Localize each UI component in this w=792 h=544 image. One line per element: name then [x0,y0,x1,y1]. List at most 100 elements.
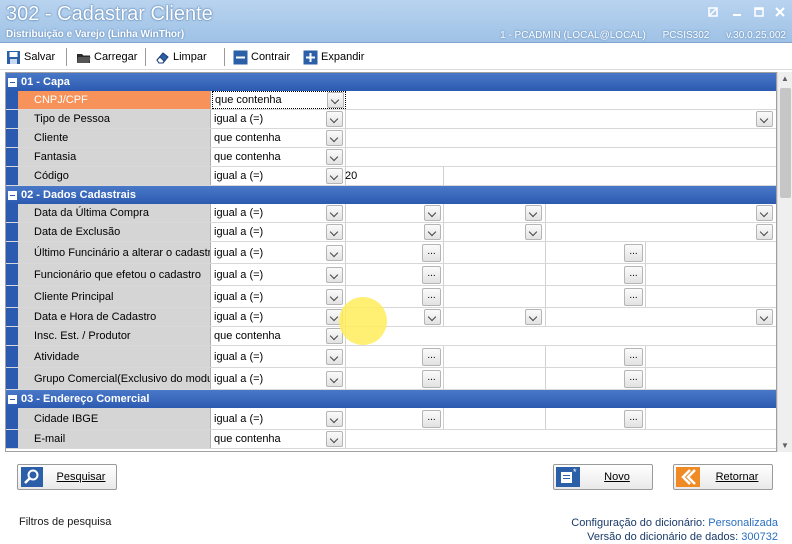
dict-version-value: 300732 [741,531,778,543]
operator-value: igual a (=) [214,290,264,303]
field-label[interactable]: E-mail [18,430,211,448]
time-from-dropdown[interactable] [525,224,542,240]
maximize-icon[interactable] [752,6,766,18]
scroll-down-icon[interactable]: ▼ [780,441,790,450]
chevron-down-icon[interactable] [327,92,344,108]
field-label[interactable]: Cliente [18,129,211,147]
filter-row: Insc. Est. / Produtor que contenha [6,327,776,346]
field-label[interactable]: Cidade IBGE [18,408,211,429]
field-label[interactable]: Funcionário que efetou o cadastro [18,264,211,285]
chevron-down-icon[interactable] [326,266,343,283]
date-from-dropdown[interactable] [424,224,441,240]
time-from-dropdown[interactable] [525,205,542,221]
chevron-down-icon[interactable] [326,244,343,261]
ellipsis-button[interactable]: ... [624,287,643,306]
date-to-dropdown[interactable] [756,205,773,221]
collapse-toggle-icon[interactable] [8,77,17,87]
operator-select[interactable]: igual a (=) [212,110,346,128]
chevron-down-icon[interactable] [326,111,343,127]
field-label[interactable]: Atividade [18,346,211,367]
field-label[interactable]: Tipo de Pessoa [18,110,211,128]
operator-select[interactable]: igual a (=) [212,264,346,285]
operator-value: que contenha [214,330,281,342]
chevron-down-icon[interactable] [326,370,343,387]
time-from-dropdown[interactable] [525,309,542,325]
operator-select[interactable]: igual a (=) [212,204,346,222]
ellipsis-button[interactable]: ... [624,265,643,284]
date-from-dropdown[interactable] [424,205,441,221]
ellipsis-button[interactable]: ... [422,287,441,306]
expandir-button[interactable]: Expandir [303,48,364,66]
ellipsis-button[interactable]: ... [422,369,441,388]
chevron-down-icon[interactable] [326,130,343,146]
section-header[interactable]: 02 - Dados Cadastrais [6,186,776,204]
field-label[interactable]: Insc. Est. / Produtor [18,327,211,345]
field-label[interactable]: Cliente Principal [18,286,211,307]
section-header[interactable]: 01 - Capa [6,73,776,91]
field-label[interactable]: Último Funcinário a alterar o cadastro [18,242,211,263]
ellipsis-button[interactable]: ... [422,265,441,284]
operator-select[interactable]: que contenha [212,327,346,345]
date-to-dropdown[interactable] [756,309,773,325]
novo-label: Novo [604,471,630,483]
field-label[interactable]: CNPJ/CPF [18,91,211,109]
operator-value: que contenha [214,433,281,445]
operator-select[interactable]: igual a (=) [212,408,346,429]
operator-select[interactable]: que contenha [212,148,346,166]
chevron-down-icon[interactable] [326,431,343,447]
operator-select[interactable]: igual a (=) [212,223,346,241]
vertical-scrollbar[interactable]: ▲ ▼ [777,72,792,452]
ellipsis-button[interactable]: ... [624,409,643,428]
field-label[interactable]: Data e Hora de Cadastro [18,308,211,326]
date-from-dropdown[interactable] [424,309,441,325]
ellipsis-button[interactable]: ... [624,243,643,262]
date-to-dropdown[interactable] [756,224,773,240]
operator-select[interactable]: igual a (=) [212,167,346,185]
operator-select[interactable]: igual a (=) [212,242,346,263]
chevron-down-icon[interactable] [326,149,343,165]
row-gutter [6,308,18,326]
retornar-button[interactable]: Retornar [673,464,773,490]
close-icon[interactable] [773,6,787,18]
operator-select[interactable]: igual a (=) [212,286,346,307]
novo-button[interactable]: * Novo [553,464,653,490]
operator-select[interactable]: que contenha [212,129,346,147]
scroll-thumb[interactable] [780,88,791,198]
salvar-button[interactable]: Salvar [6,48,55,66]
scroll-up-icon[interactable]: ▲ [780,74,790,83]
operator-select[interactable]: igual a (=) [212,308,346,326]
operator-select[interactable]: igual a (=) [212,368,346,389]
chevron-down-icon[interactable] [326,224,343,240]
section-header[interactable]: 03 - Endereço Comercial [6,390,776,408]
pin-icon[interactable] [706,6,720,18]
carregar-button[interactable]: Carregar [76,48,137,66]
chevron-down-icon[interactable] [326,205,343,221]
field-label[interactable]: Data da Última Compra [18,204,211,222]
operator-select[interactable]: que contenha [212,430,346,448]
limpar-button[interactable]: Limpar [155,48,207,66]
chevron-down-icon[interactable] [326,410,343,427]
ellipsis-button[interactable]: ... [624,347,643,366]
field-label[interactable]: Código [18,167,211,185]
pesquisar-button[interactable]: Pesquisar [17,464,117,490]
collapse-toggle-icon[interactable] [8,394,17,404]
codigo-value-input[interactable]: 20 [342,167,357,185]
chevron-down-icon[interactable] [326,168,343,184]
row-gutter [6,346,18,367]
field-label[interactable]: Fantasia [18,148,211,166]
contrair-button[interactable]: Contrair [233,48,290,66]
field-label[interactable]: Grupo Comercial(Exclusivo do modulo [18,368,211,389]
field-label[interactable]: Data de Exclusão [18,223,211,241]
operator-select[interactable]: igual a (=) [212,346,346,367]
minimize-icon[interactable] [730,6,744,18]
value-dropdown[interactable] [756,111,773,127]
ellipsis-button[interactable]: ... [422,243,441,262]
ellipsis-button[interactable]: ... [422,409,441,428]
ellipsis-button[interactable]: ... [624,369,643,388]
operator-select[interactable]: que contenha [212,91,346,109]
row-gutter [6,242,18,263]
chevron-down-icon[interactable] [326,288,343,305]
collapse-toggle-icon[interactable] [8,190,17,200]
ellipsis-button[interactable]: ... [422,347,441,366]
chevron-down-icon[interactable] [326,348,343,365]
